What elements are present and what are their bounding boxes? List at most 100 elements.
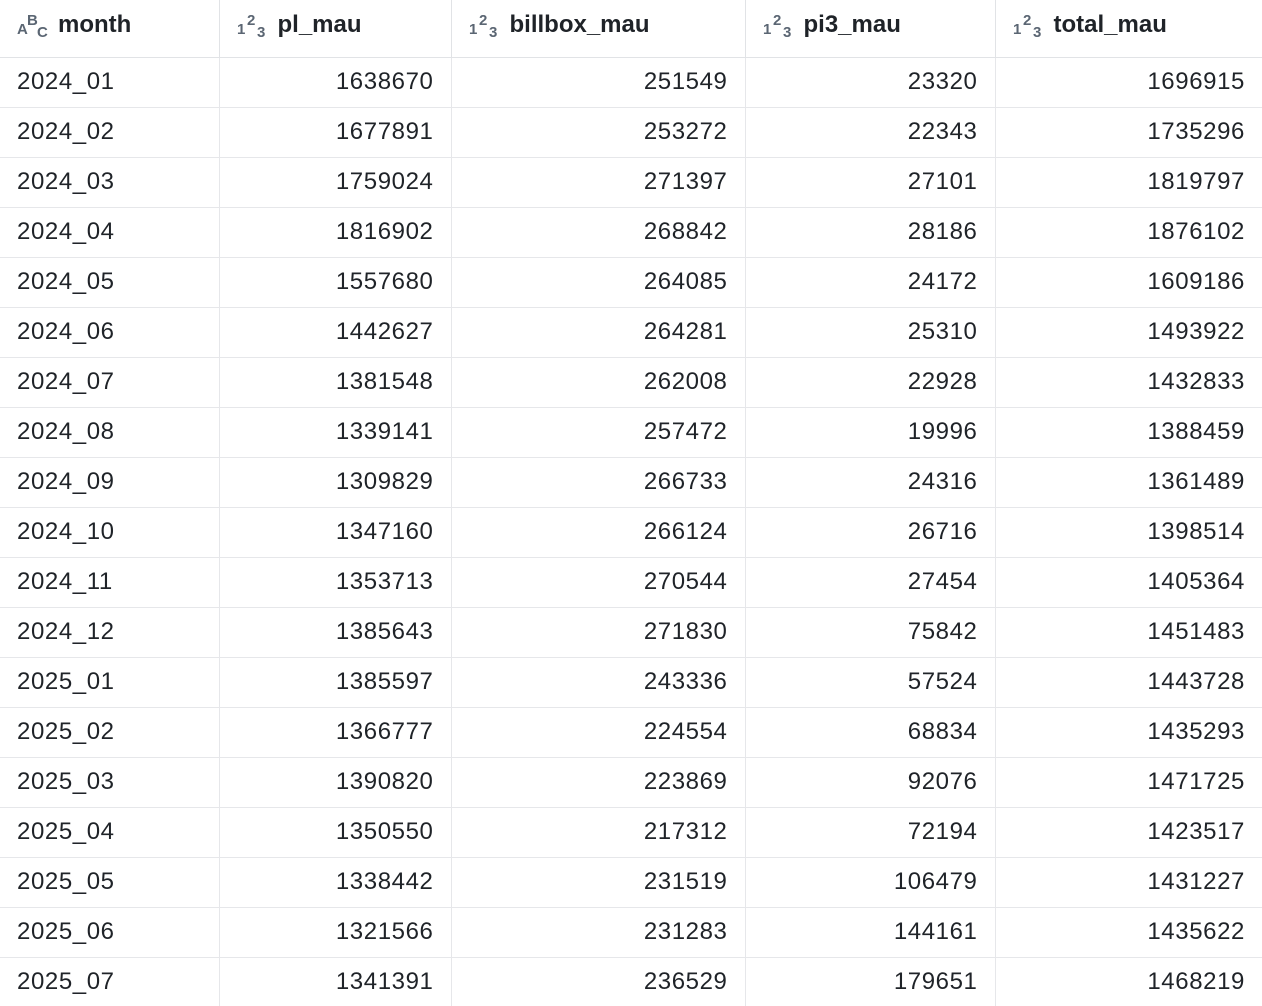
- table-row[interactable]: 2024_02 1677891 253272 22343 1735296: [0, 107, 1262, 158]
- cell-month[interactable]: 2024_03: [0, 157, 220, 208]
- table-row[interactable]: 2025_03 1390820 223869 92076 1471725: [0, 757, 1262, 808]
- cell-pl-mau[interactable]: 1557680: [219, 257, 452, 308]
- cell-month[interactable]: 2024_08: [0, 407, 220, 458]
- cell-total-mau[interactable]: 1468219: [995, 957, 1262, 1006]
- cell-billbox-mau[interactable]: 224554: [451, 707, 746, 758]
- cell-total-mau[interactable]: 1435622: [995, 907, 1262, 958]
- cell-pl-mau[interactable]: 1350550: [219, 807, 452, 858]
- column-header-pl-mau[interactable]: 1 2 3 pl_mau: [219, 0, 452, 58]
- table-row[interactable]: 2024_05 1557680 264085 24172 1609186: [0, 257, 1262, 308]
- table-row[interactable]: 2024_11 1353713 270544 27454 1405364: [0, 557, 1262, 608]
- cell-billbox-mau[interactable]: 251549: [451, 57, 746, 108]
- cell-billbox-mau[interactable]: 236529: [451, 957, 746, 1006]
- cell-month[interactable]: 2024_01: [0, 57, 220, 108]
- cell-pl-mau[interactable]: 1366777: [219, 707, 452, 758]
- cell-billbox-mau[interactable]: 271397: [451, 157, 746, 208]
- cell-pl-mau[interactable]: 1759024: [219, 157, 452, 208]
- cell-billbox-mau[interactable]: 264281: [451, 307, 746, 358]
- cell-billbox-mau[interactable]: 266733: [451, 457, 746, 508]
- cell-pl-mau[interactable]: 1309829: [219, 457, 452, 508]
- cell-pi3-mau[interactable]: 144161: [745, 907, 996, 958]
- cell-pl-mau[interactable]: 1321566: [219, 907, 452, 958]
- cell-pi3-mau[interactable]: 28186: [745, 207, 996, 258]
- cell-pi3-mau[interactable]: 19996: [745, 407, 996, 458]
- cell-pi3-mau[interactable]: 57524: [745, 657, 996, 708]
- cell-pl-mau[interactable]: 1677891: [219, 107, 452, 158]
- cell-pi3-mau[interactable]: 27454: [745, 557, 996, 608]
- table-row[interactable]: 2024_08 1339141 257472 19996 1388459: [0, 407, 1262, 458]
- column-header-month[interactable]: A B C month: [0, 0, 220, 58]
- cell-total-mau[interactable]: 1696915: [995, 57, 1262, 108]
- cell-total-mau[interactable]: 1493922: [995, 307, 1262, 358]
- cell-pl-mau[interactable]: 1353713: [219, 557, 452, 608]
- cell-billbox-mau[interactable]: 264085: [451, 257, 746, 308]
- table-row[interactable]: 2025_02 1366777 224554 68834 1435293: [0, 707, 1262, 758]
- cell-billbox-mau[interactable]: 231519: [451, 857, 746, 908]
- table-row[interactable]: 2025_05 1338442 231519 106479 1431227: [0, 857, 1262, 908]
- cell-pi3-mau[interactable]: 25310: [745, 307, 996, 358]
- cell-pl-mau[interactable]: 1339141: [219, 407, 452, 458]
- cell-month[interactable]: 2024_04: [0, 207, 220, 258]
- cell-month[interactable]: 2025_07: [0, 957, 220, 1006]
- cell-month[interactable]: 2024_06: [0, 307, 220, 358]
- table-row[interactable]: 2024_03 1759024 271397 27101 1819797: [0, 157, 1262, 208]
- cell-month[interactable]: 2025_05: [0, 857, 220, 908]
- cell-billbox-mau[interactable]: 231283: [451, 907, 746, 958]
- cell-billbox-mau[interactable]: 243336: [451, 657, 746, 708]
- cell-pi3-mau[interactable]: 179651: [745, 957, 996, 1006]
- cell-pl-mau[interactable]: 1385597: [219, 657, 452, 708]
- cell-total-mau[interactable]: 1876102: [995, 207, 1262, 258]
- cell-pi3-mau[interactable]: 92076: [745, 757, 996, 808]
- cell-month[interactable]: 2024_12: [0, 607, 220, 658]
- cell-pl-mau[interactable]: 1347160: [219, 507, 452, 558]
- cell-month[interactable]: 2025_01: [0, 657, 220, 708]
- cell-pi3-mau[interactable]: 72194: [745, 807, 996, 858]
- cell-month[interactable]: 2024_09: [0, 457, 220, 508]
- cell-total-mau[interactable]: 1361489: [995, 457, 1262, 508]
- cell-total-mau[interactable]: 1435293: [995, 707, 1262, 758]
- cell-total-mau[interactable]: 1735296: [995, 107, 1262, 158]
- cell-pl-mau[interactable]: 1390820: [219, 757, 452, 808]
- cell-billbox-mau[interactable]: 270544: [451, 557, 746, 608]
- table-row[interactable]: 2024_07 1381548 262008 22928 1432833: [0, 357, 1262, 408]
- cell-total-mau[interactable]: 1471725: [995, 757, 1262, 808]
- table-row[interactable]: 2025_07 1341391 236529 179651 1468219: [0, 957, 1262, 1006]
- cell-billbox-mau[interactable]: 271830: [451, 607, 746, 658]
- table-row[interactable]: 2024_10 1347160 266124 26716 1398514: [0, 507, 1262, 558]
- column-header-pi3-mau[interactable]: 1 2 3 pi3_mau: [745, 0, 996, 58]
- table-row[interactable]: 2025_04 1350550 217312 72194 1423517: [0, 807, 1262, 858]
- cell-pl-mau[interactable]: 1381548: [219, 357, 452, 408]
- cell-month[interactable]: 2024_05: [0, 257, 220, 308]
- column-header-total-mau[interactable]: 1 2 3 total_mau: [995, 0, 1262, 58]
- cell-billbox-mau[interactable]: 262008: [451, 357, 746, 408]
- cell-total-mau[interactable]: 1405364: [995, 557, 1262, 608]
- cell-pl-mau[interactable]: 1442627: [219, 307, 452, 358]
- table-row[interactable]: 2025_01 1385597 243336 57524 1443728: [0, 657, 1262, 708]
- cell-pi3-mau[interactable]: 106479: [745, 857, 996, 908]
- table-row[interactable]: 2024_01 1638670 251549 23320 1696915: [0, 57, 1262, 108]
- cell-billbox-mau[interactable]: 257472: [451, 407, 746, 458]
- cell-month[interactable]: 2024_02: [0, 107, 220, 158]
- table-row[interactable]: 2024_04 1816902 268842 28186 1876102: [0, 207, 1262, 258]
- cell-pl-mau[interactable]: 1341391: [219, 957, 452, 1006]
- cell-month[interactable]: 2025_02: [0, 707, 220, 758]
- cell-total-mau[interactable]: 1443728: [995, 657, 1262, 708]
- cell-billbox-mau[interactable]: 266124: [451, 507, 746, 558]
- cell-total-mau[interactable]: 1819797: [995, 157, 1262, 208]
- cell-billbox-mau[interactable]: 217312: [451, 807, 746, 858]
- table-row[interactable]: 2024_12 1385643 271830 75842 1451483: [0, 607, 1262, 658]
- cell-pl-mau[interactable]: 1638670: [219, 57, 452, 108]
- cell-pi3-mau[interactable]: 23320: [745, 57, 996, 108]
- cell-total-mau[interactable]: 1609186: [995, 257, 1262, 308]
- table-row[interactable]: 2024_06 1442627 264281 25310 1493922: [0, 307, 1262, 358]
- cell-month[interactable]: 2025_06: [0, 907, 220, 958]
- cell-month[interactable]: 2024_11: [0, 557, 220, 608]
- cell-pi3-mau[interactable]: 22928: [745, 357, 996, 408]
- cell-pl-mau[interactable]: 1816902: [219, 207, 452, 258]
- cell-pl-mau[interactable]: 1338442: [219, 857, 452, 908]
- cell-total-mau[interactable]: 1388459: [995, 407, 1262, 458]
- table-row[interactable]: 2024_09 1309829 266733 24316 1361489: [0, 457, 1262, 508]
- cell-pi3-mau[interactable]: 27101: [745, 157, 996, 208]
- cell-pi3-mau[interactable]: 68834: [745, 707, 996, 758]
- cell-pi3-mau[interactable]: 75842: [745, 607, 996, 658]
